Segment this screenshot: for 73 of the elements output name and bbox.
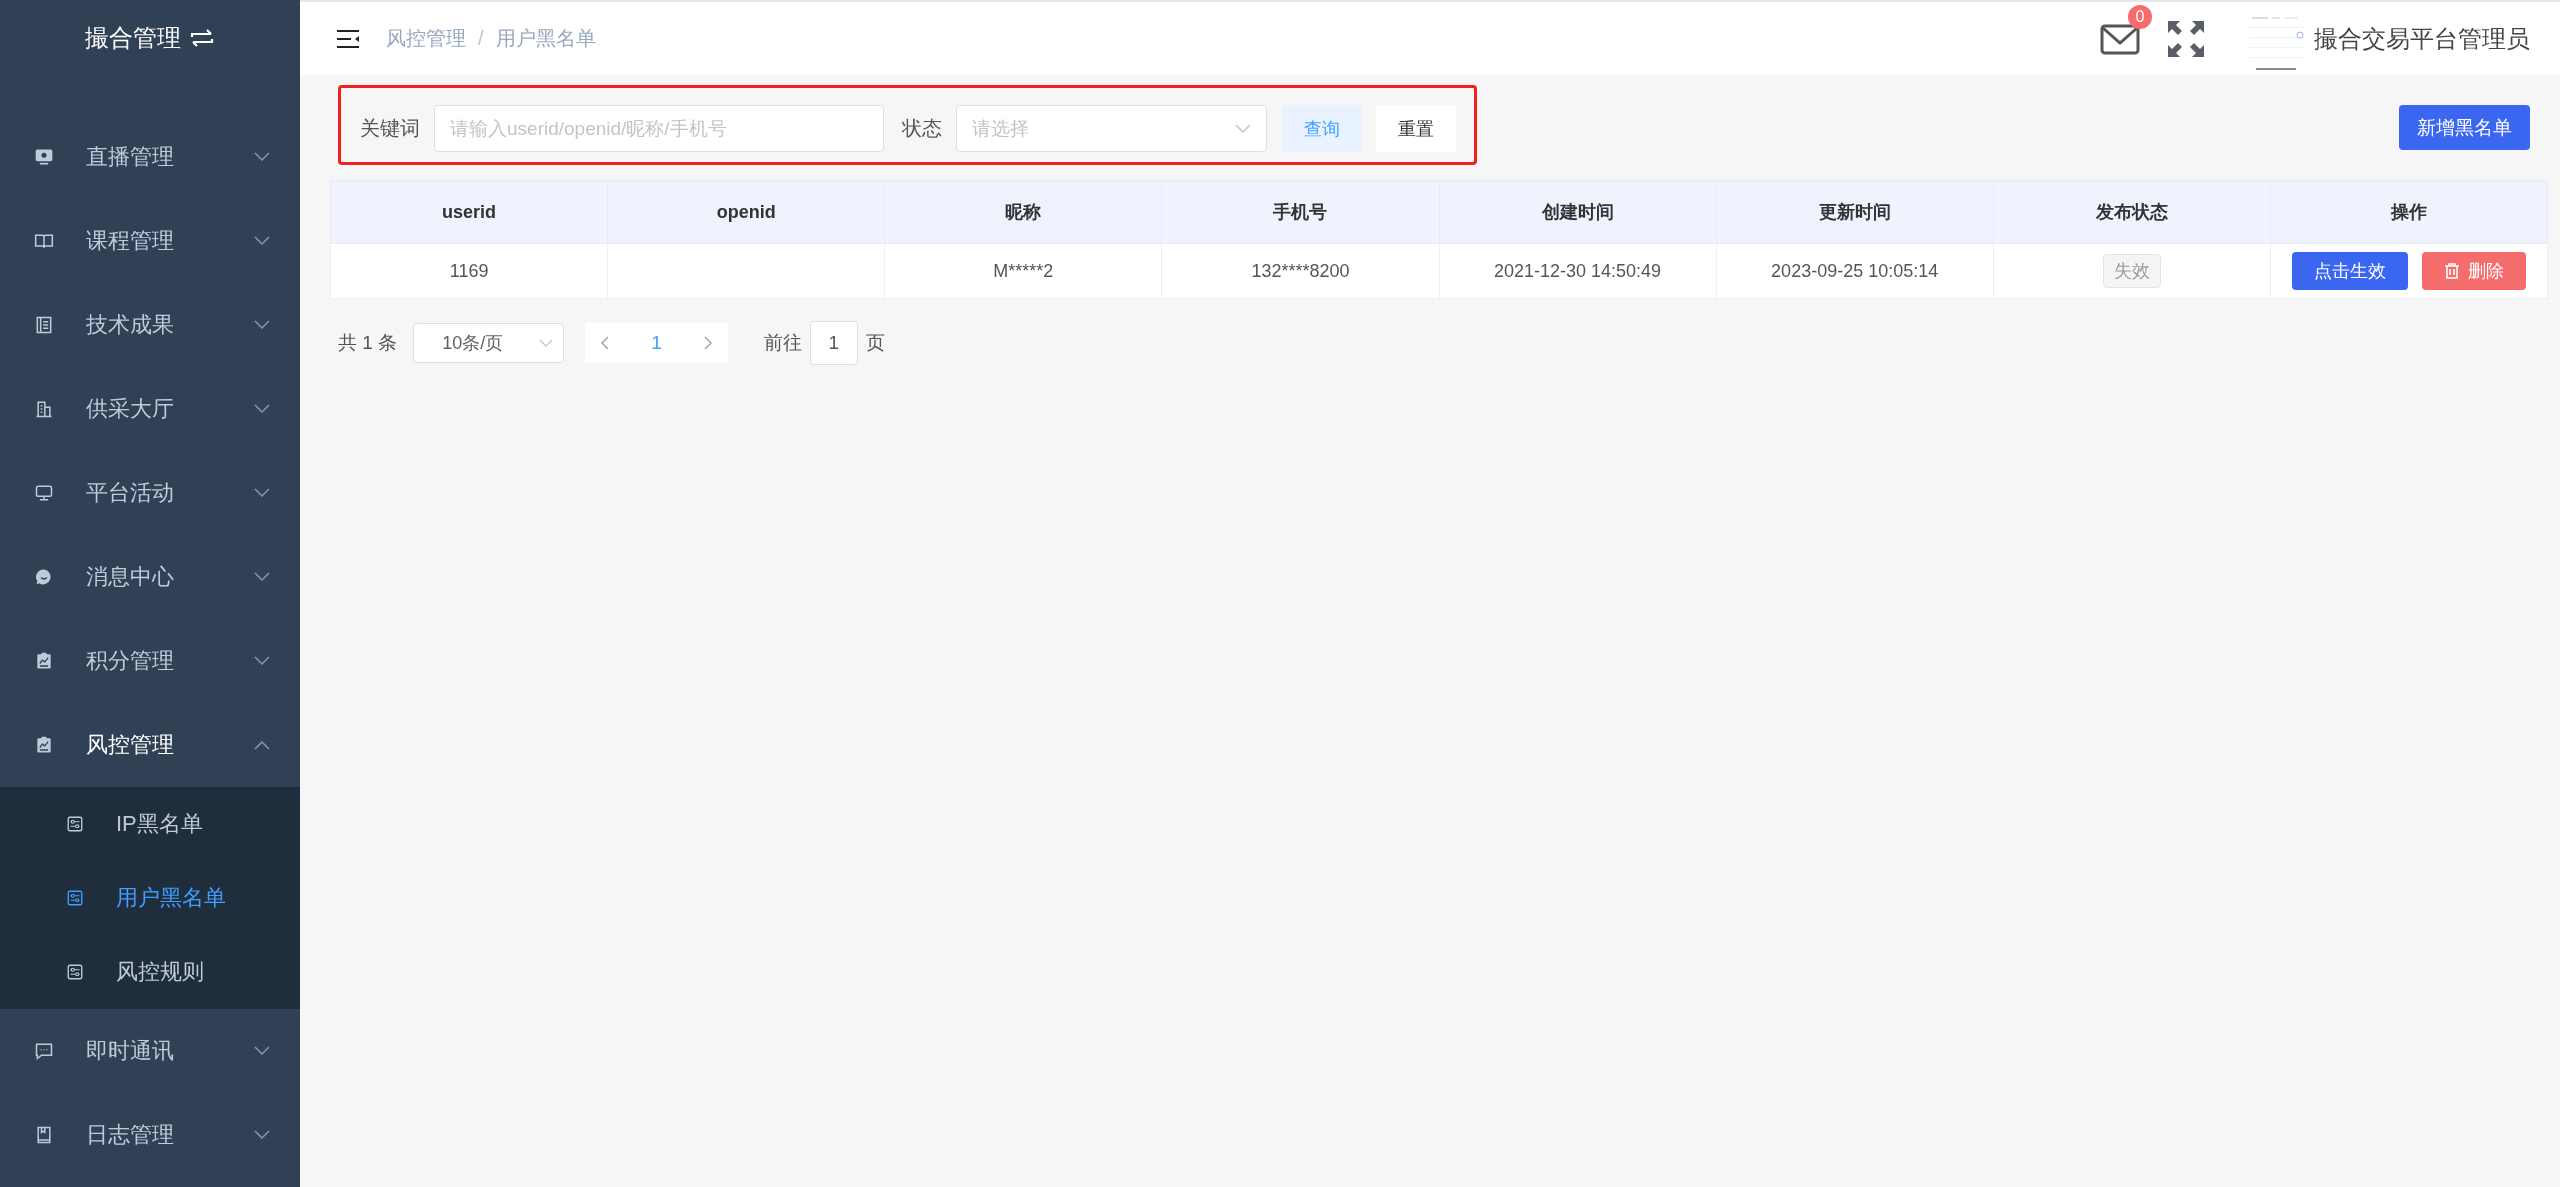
sidebar-item[interactable]: 直播管理 [0, 115, 300, 199]
chevron-up-icon [254, 740, 270, 750]
building-icon [34, 399, 54, 419]
page-unit: 页 [865, 331, 885, 355]
field-label: 关键词 [360, 116, 420, 141]
sidebar-item[interactable]: 积分管理 [0, 619, 300, 703]
clipboard-chart-icon [34, 735, 54, 755]
add-button[interactable]: 新增黑名单 [2399, 105, 2530, 150]
clipboard-chart-icon [34, 651, 54, 671]
breadcrumb-item: 用户黑名单 [495, 26, 596, 51]
filter-icon [66, 963, 84, 981]
chevron-down-icon [254, 320, 270, 330]
sidebar-item[interactable]: 风控管理 [0, 703, 300, 787]
chevron-down-icon [254, 656, 270, 666]
column-header: 创建时间 [1439, 180, 1717, 244]
table-cell: 132****8200 [1161, 243, 1439, 299]
table-cell: 1169 [330, 243, 608, 299]
table-cell: 2021-12-30 14:50:49 [1439, 243, 1717, 299]
sidebar-item[interactable]: 消息中心 [0, 535, 300, 619]
goto-label: 前往 [763, 331, 802, 355]
chevron-down-icon [539, 338, 554, 348]
page-size-select[interactable]: 10条/页 [413, 323, 565, 363]
notification-badge: 0 [2128, 4, 2152, 29]
trash-icon [2443, 263, 2460, 279]
activate-button[interactable]: 点击生效 [2291, 252, 2408, 290]
keyword-field[interactable]: 请输入userid/openid/昵称/手机号 [434, 105, 884, 152]
page-input[interactable]: 1 [809, 321, 858, 365]
sidebar-item[interactable]: 供采大厅 [0, 367, 300, 451]
chevron-down-icon [254, 572, 270, 582]
app-title: 撮合管理 [85, 22, 181, 53]
chevron-down-icon [254, 1130, 270, 1140]
column-header: 发布状态 [1993, 180, 2271, 244]
chevron-down-icon [1235, 123, 1251, 134]
status-tag: 失效 [2102, 254, 2161, 288]
monitor-icon [34, 483, 54, 503]
monitor-icon [34, 147, 54, 167]
user-name[interactable]: 撮合交易平台管理员 [2314, 22, 2530, 55]
sidebar-item[interactable]: 即时通讯 [0, 1009, 300, 1093]
chevron-down-icon [254, 1046, 270, 1056]
sidebar-item[interactable]: 课程管理 [0, 199, 300, 283]
field-label: 状态 [902, 116, 942, 141]
column-header: openid [607, 180, 885, 244]
table-cell: 2023-09-25 10:05:14 [1716, 243, 1994, 299]
column-header: 更新时间 [1716, 180, 1994, 244]
filter-icon [66, 889, 84, 907]
chevron-down-icon [254, 236, 270, 246]
book-icon [34, 231, 54, 251]
sidebar-item[interactable]: 平台活动 [0, 451, 300, 535]
chevron-down-icon [254, 152, 270, 162]
sidebar-item[interactable]: 日志管理 [0, 1093, 300, 1177]
menu-icon[interactable] [336, 28, 360, 49]
total-count: 共 1 条 [338, 331, 398, 355]
breadcrumb-separator: / [478, 27, 484, 50]
column-header: 操作 [2270, 180, 2548, 244]
column-header: 手机号 [1161, 180, 1439, 244]
chat-icon [34, 567, 54, 587]
chevron-down-icon [254, 488, 270, 498]
fullscreen-icon[interactable] [2166, 18, 2206, 59]
reset-button[interactable]: 重置 [1376, 105, 1456, 152]
document-icon [34, 315, 54, 335]
filter-icon [66, 815, 84, 833]
mail-icon[interactable] [2100, 22, 2140, 55]
sidebar-item[interactable]: 技术成果 [0, 283, 300, 367]
switch-icon[interactable] [189, 26, 215, 49]
message-icon [34, 1041, 54, 1061]
submenu-item[interactable]: 风控规则 [0, 935, 300, 1009]
submenu-item[interactable]: 用户黑名单 [0, 861, 300, 935]
submenu-item[interactable]: IP黑名单 [0, 787, 300, 861]
column-header: 昵称 [884, 180, 1162, 244]
chevron-down-icon [254, 404, 270, 414]
notebook-icon [34, 1125, 54, 1145]
column-header: userid [330, 180, 608, 244]
table-cell: M*****2 [884, 243, 1162, 299]
